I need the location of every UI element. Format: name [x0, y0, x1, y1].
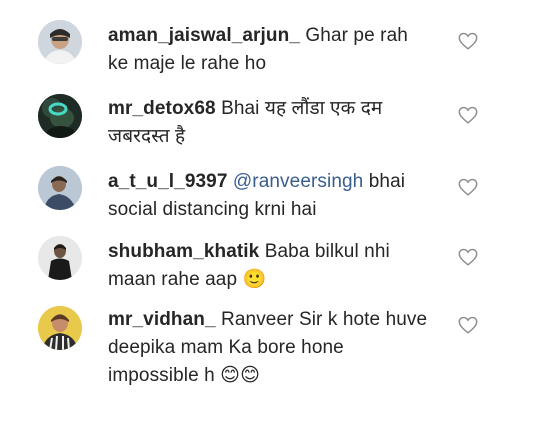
like-button[interactable]	[457, 176, 479, 198]
user-avatar-icon	[38, 20, 82, 64]
avatar[interactable]	[38, 20, 82, 64]
avatar[interactable]	[38, 236, 82, 280]
comment-username[interactable]: a_t_u_l_9397	[108, 171, 228, 192]
avatar[interactable]	[38, 306, 82, 350]
heart-outline-icon	[458, 178, 478, 196]
comment-username[interactable]: mr_detox68	[108, 98, 216, 119]
avatar[interactable]	[38, 166, 82, 210]
comment-text: aman_jaiswal_arjun_ Ghar pe rah ke maje …	[108, 22, 428, 78]
user-avatar-icon	[38, 236, 82, 280]
comment-text: a_t_u_l_9397 @ranveersingh bhai social d…	[108, 168, 428, 224]
comment-text: shubham_khatik Baba bilkul nhi maan rahe…	[108, 238, 428, 294]
comment-text: mr_detox68 Bhai यह लौंडा एक दम जबरदस्त ह…	[108, 95, 428, 151]
comments-list: aman_jaiswal_arjun_ Ghar pe rah ke maje …	[0, 0, 536, 427]
comment-mention-link[interactable]: @ranveersingh	[233, 171, 363, 192]
comment-text: mr_vidhan_ Ranveer Sir k hote huve deepi…	[108, 306, 428, 390]
heart-outline-icon	[458, 248, 478, 266]
heart-outline-icon	[458, 106, 478, 124]
heart-outline-icon	[458, 32, 478, 50]
comment-username[interactable]: shubham_khatik	[108, 241, 259, 262]
user-avatar-icon	[38, 166, 82, 210]
avatar[interactable]	[38, 94, 82, 138]
comment-username[interactable]: mr_vidhan_	[108, 309, 216, 330]
heart-outline-icon	[458, 316, 478, 334]
like-button[interactable]	[457, 104, 479, 126]
like-button[interactable]	[457, 314, 479, 336]
like-button[interactable]	[457, 30, 479, 52]
comment-username[interactable]: aman_jaiswal_arjun_	[108, 25, 300, 46]
user-avatar-icon	[38, 306, 82, 350]
like-button[interactable]	[457, 246, 479, 268]
user-avatar-icon	[38, 94, 82, 138]
